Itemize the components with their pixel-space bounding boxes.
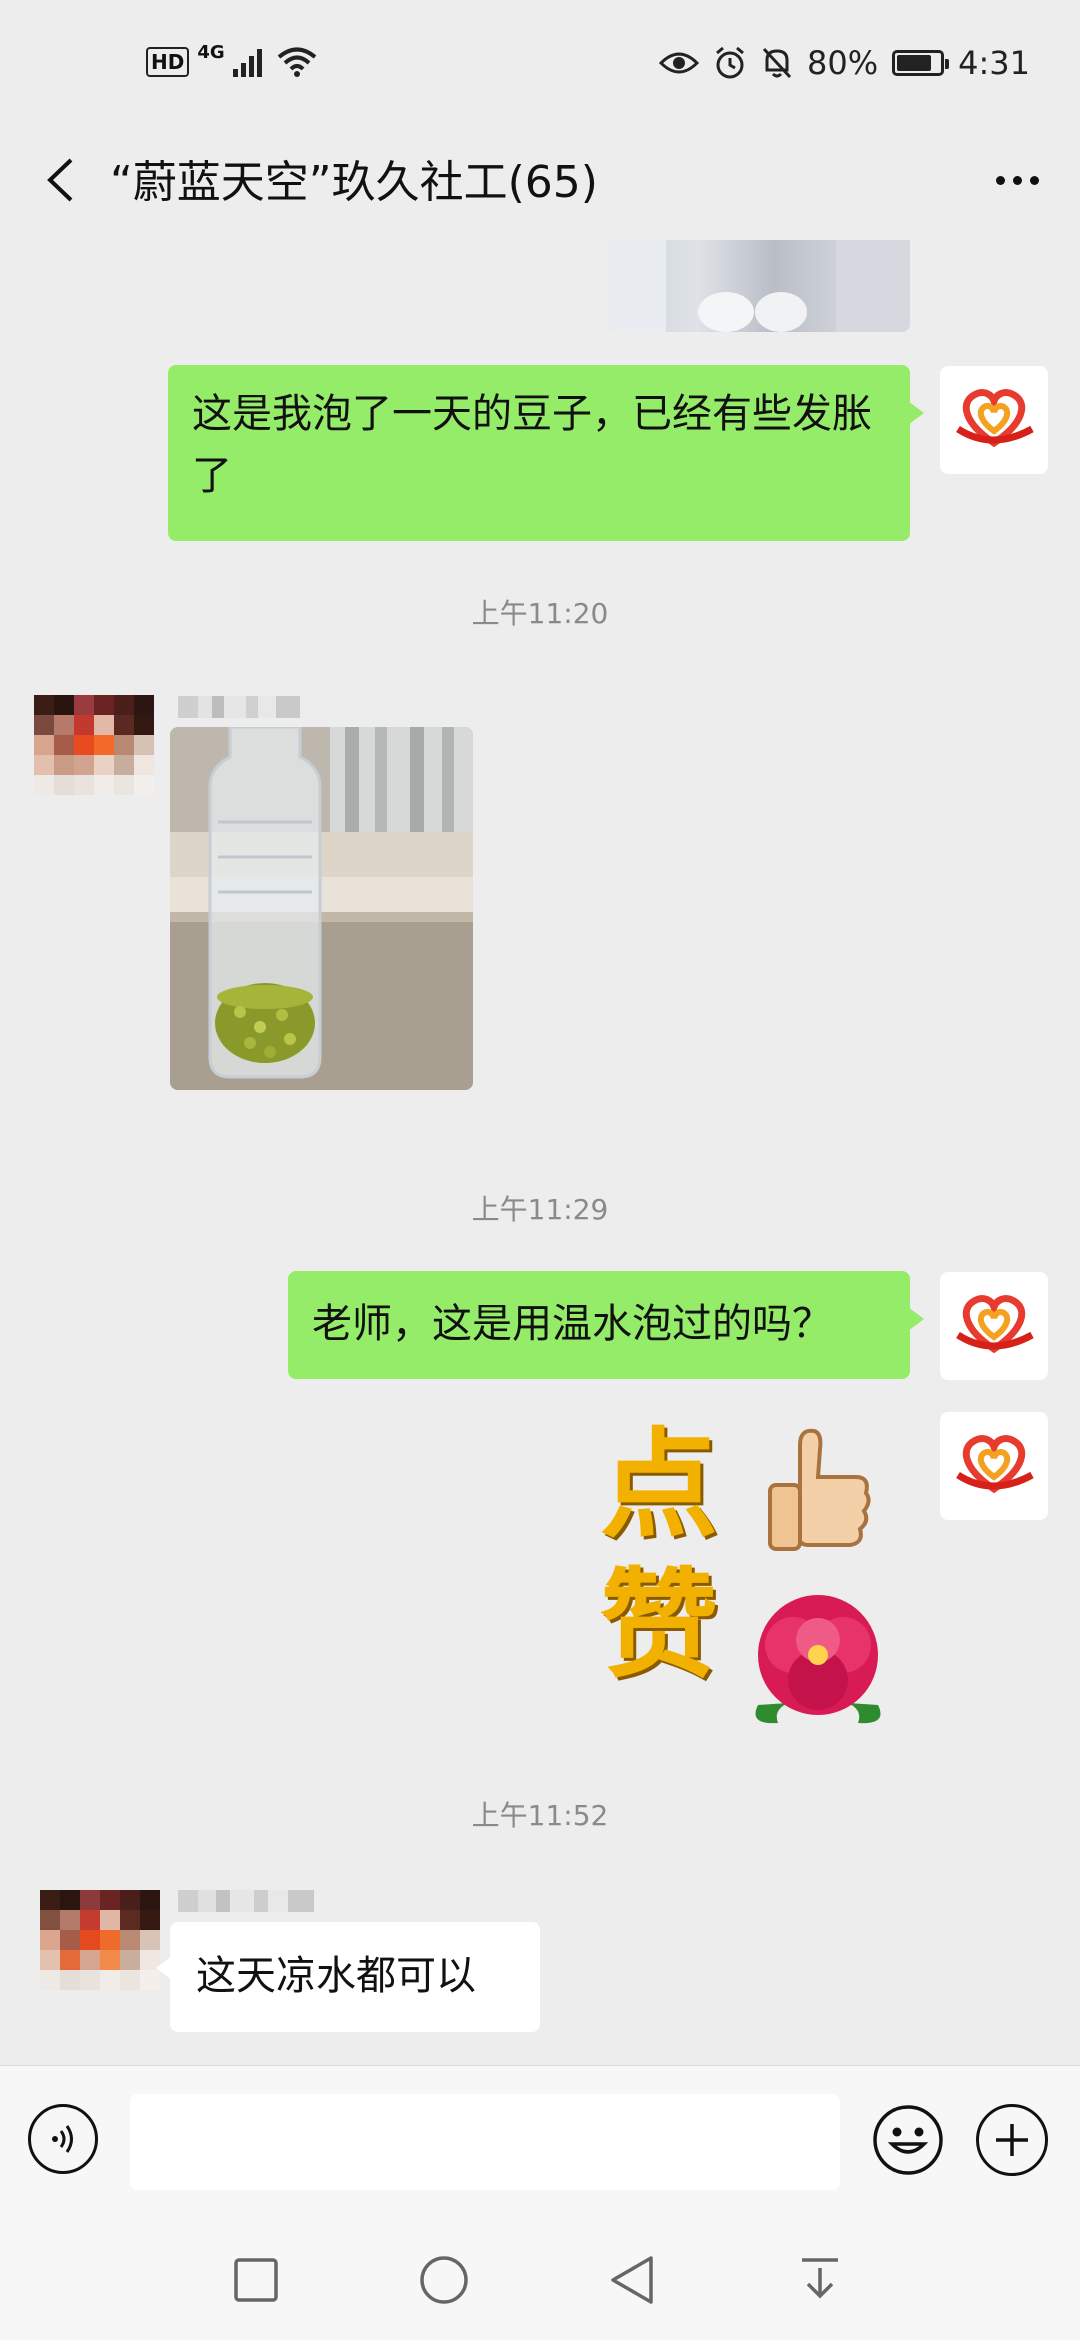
system-indicators: 80% 4:31 [659,44,1030,82]
heart-logo-icon [956,1295,1034,1354]
message-text: 老师，这是用温水泡过的吗？ [312,1301,832,1347]
avatar[interactable] [34,695,154,795]
message-bubble-outgoing[interactable]: 这是我泡了一天的豆子，已经有些发胀了 [168,365,924,541]
home-icon [420,2256,468,2304]
avatar[interactable] [940,1412,1048,1520]
sticker-thumbs-up[interactable]: 点赞 [590,1415,910,1735]
message-image[interactable] [170,727,473,1090]
message-bubble-outgoing[interactable]: 老师，这是用温水泡过的吗？ [288,1271,924,1379]
signal-icon [232,47,262,77]
back-icon [611,2256,653,2304]
voice-button[interactable] [28,2104,98,2174]
sticker-text: 点赞 [600,1415,719,1694]
message-image-thumbnail[interactable] [606,240,910,332]
wifi-icon [277,47,316,77]
message-input[interactable] [130,2094,840,2190]
notification-pull-icon [802,2258,838,2299]
hd-badge: HD [146,47,190,77]
more-button[interactable] [982,150,1052,210]
plus-icon [996,2124,1028,2156]
alarm-icon [716,46,744,79]
plus-button[interactable] [976,2104,1048,2176]
message-text: 这天凉水都可以 [196,1953,476,1999]
thumbs-up-icon [768,1428,871,1551]
timestamp: 上午11:29 [471,1193,609,1226]
system-navigation-bar [0,2220,1080,2340]
eye-icon [659,52,700,74]
avatar[interactable] [940,1272,1048,1380]
battery-icon [892,50,950,76]
chat-header: “蔚蓝天空”玖久社工(65) [0,130,1080,240]
chevron-left-icon [47,158,73,202]
home-button[interactable] [412,2248,476,2312]
avatar[interactable] [940,366,1048,474]
peony-icon [755,1595,881,1724]
network-indicators: HD 4G [146,42,318,78]
input-bar [0,2065,1080,2221]
system-back-button[interactable] [600,2248,664,2312]
status-bar: HD 4G 80% 4:31 [0,0,1080,130]
notification-pull-button[interactable] [788,2248,852,2312]
sender-name [178,1890,314,1912]
battery-percent: 80% [807,44,879,82]
more-icon [995,175,1005,185]
avatar[interactable] [40,1890,160,1990]
recent-apps-button[interactable] [224,2248,288,2312]
heart-logo-icon [956,389,1034,448]
voice-icon [52,2125,73,2153]
timestamp: 上午11:20 [471,597,609,630]
sender-name [178,696,300,718]
clock: 4:31 [958,44,1030,82]
heart-logo-icon [956,1435,1034,1494]
timestamp: 上午11:52 [471,1799,609,1832]
network-type: 4G [197,42,225,63]
message-bubble-incoming[interactable]: 这天凉水都可以 [156,1922,540,2032]
message-list[interactable]: 这是我泡了一天的豆子，已经有些发胀了 上午11:20 上午11:29 老师，这是… [0,240,1080,2065]
chat-title: “蔚蓝天空”玖久社工(65) [110,157,598,208]
mute-icon [762,47,792,79]
emoji-icon[interactable] [872,2104,944,2176]
back-button[interactable] [30,150,90,210]
recent-apps-icon [234,2258,278,2302]
message-text: 这是我泡了一天的豆子，已经有些发胀了 [192,391,872,499]
